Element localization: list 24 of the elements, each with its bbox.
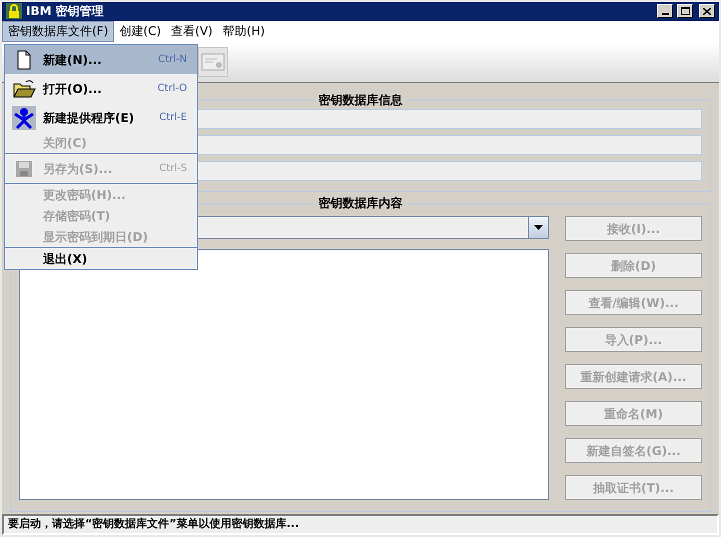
panel-title: 密钥数据库内容 xyxy=(318,195,404,212)
maximize-icon xyxy=(680,7,690,16)
maximize-button[interactable] xyxy=(677,4,693,18)
minimize-button[interactable] xyxy=(657,4,673,18)
menu-bar-item[interactable]: 创建(C) xyxy=(114,20,166,42)
folder-icon xyxy=(12,78,36,100)
menu-item[interactable]: 新建(N)... Ctrl-N xyxy=(5,45,197,74)
close-button[interactable] xyxy=(699,4,715,18)
window-title: IBM 密钥管理 xyxy=(26,3,105,20)
person-icon xyxy=(12,106,36,130)
panel-title: 密钥数据库信息 xyxy=(318,92,404,110)
minimize-icon xyxy=(662,13,668,16)
close-icon xyxy=(703,8,711,15)
menu-item[interactable]: 退出(X) xyxy=(5,248,197,269)
dropdown-arrow-button[interactable] xyxy=(528,217,548,238)
menu-item[interactable]: 打开(O)... Ctrl-O xyxy=(5,74,197,103)
menu-bar-item[interactable]: 帮助(H) xyxy=(218,20,270,42)
caret-icon xyxy=(534,225,543,230)
certificate-icon xyxy=(201,53,225,72)
padlock-icon xyxy=(6,3,22,20)
menu-bar-item[interactable]: 密钥数据库文件(F) xyxy=(2,20,114,42)
status-text: 要启动，请选择“密钥数据库文件”菜单以使用密钥数据库... xyxy=(8,516,299,532)
menu-item[interactable]: 新建提供程序(E) Ctrl-E xyxy=(5,103,197,132)
menu-bar-item[interactable]: 查看(V) xyxy=(166,20,218,42)
